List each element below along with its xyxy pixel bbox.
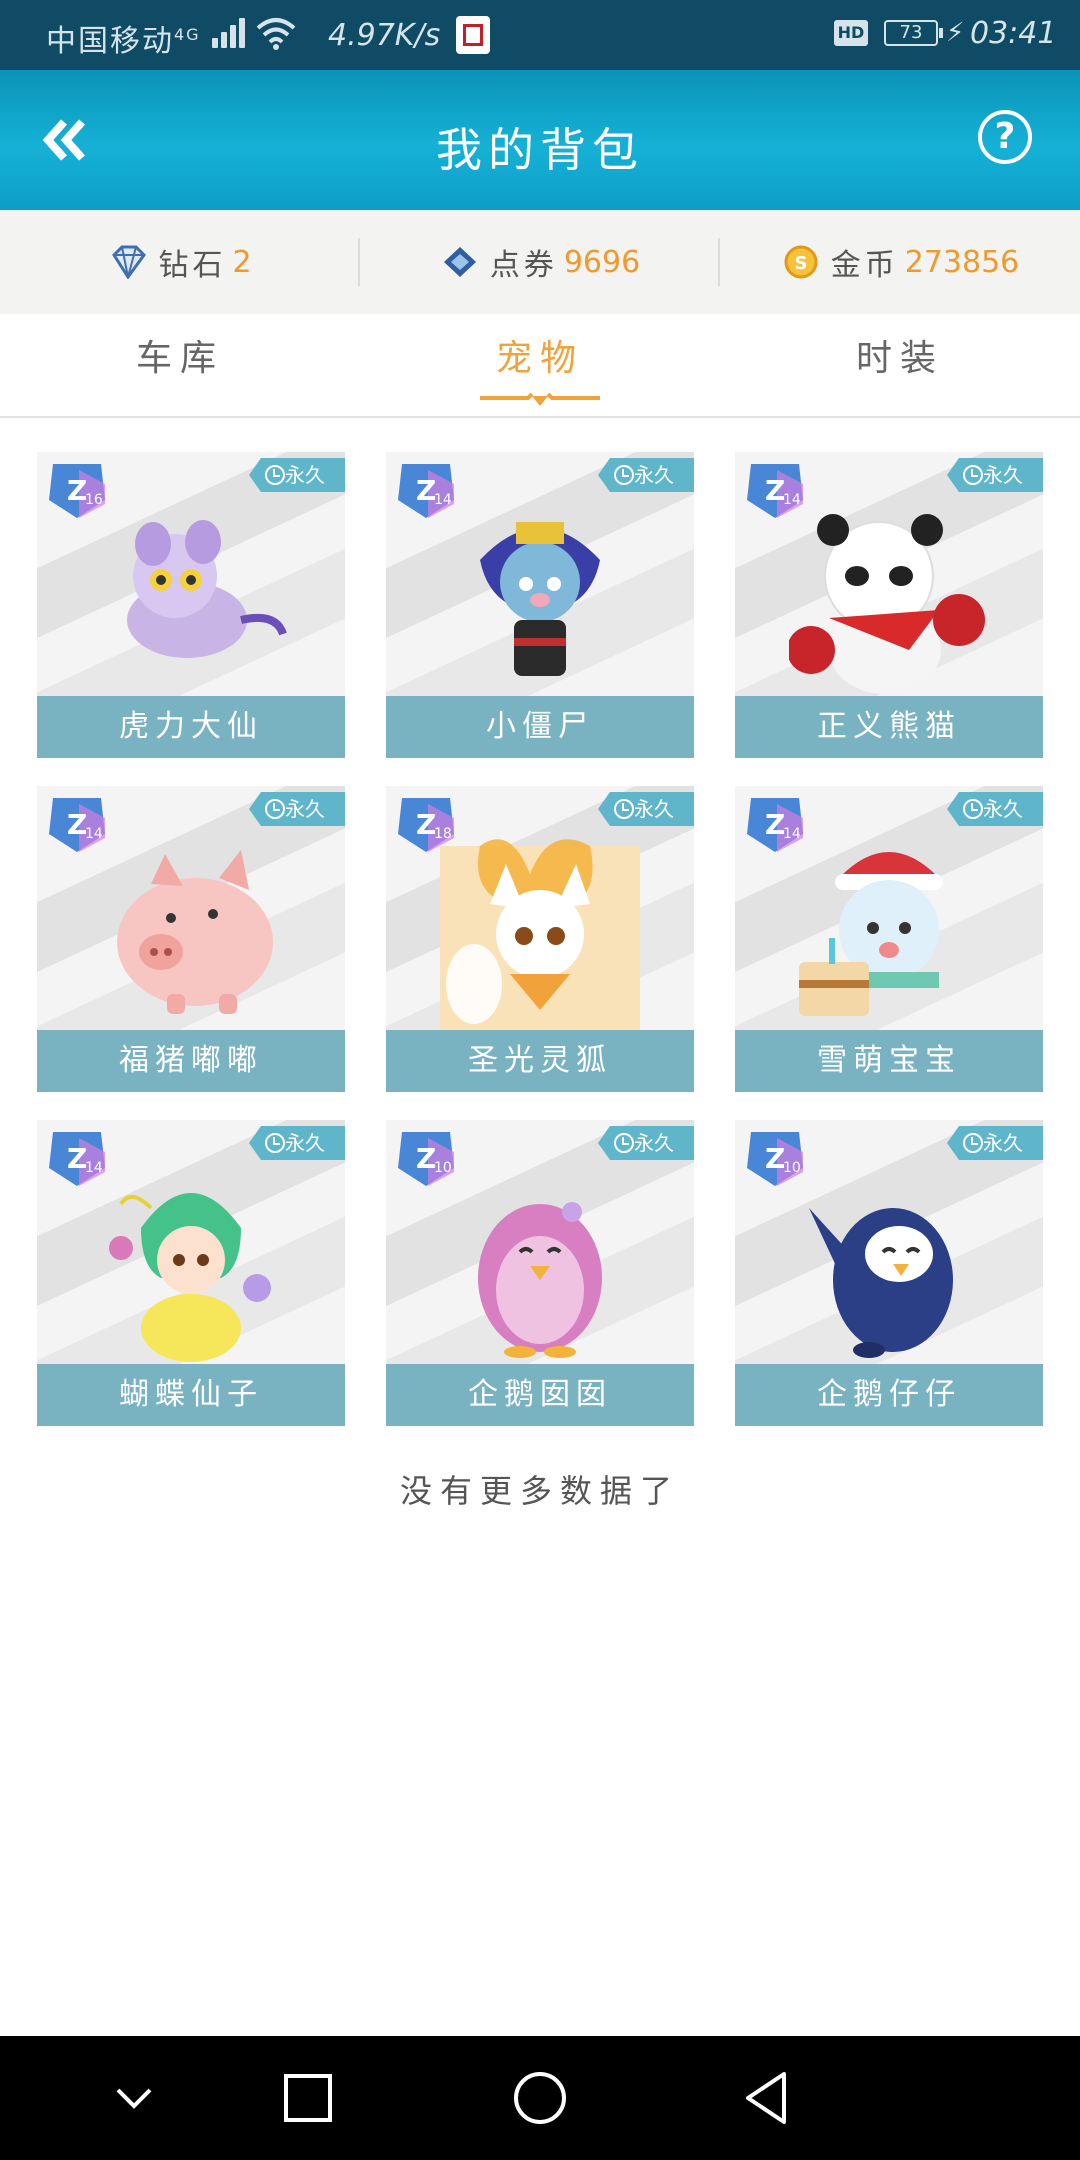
permanent-badge: 永久: [598, 458, 694, 492]
pet-name: 企鹅囡囡: [386, 1364, 694, 1426]
currency-gold: S 金币 273856: [720, 210, 1080, 314]
clock-icon: [265, 1133, 285, 1153]
currency-diamond: 钻石 2: [0, 210, 360, 314]
no-more-data-text: 没有更多数据了: [399, 1472, 680, 1510]
pet-name: 虎力大仙: [37, 696, 345, 758]
pet-name: 圣光灵狐: [386, 1030, 694, 1092]
carrier-name: 中国移动4G: [46, 24, 201, 59]
svg-text:S: S: [794, 253, 807, 274]
pet-image: [480, 522, 600, 676]
app-notification-icon: [456, 16, 490, 54]
pet-image: [799, 852, 943, 1016]
wifi-icon: [256, 18, 296, 50]
permanent-badge: 永久: [947, 458, 1043, 492]
pet-name: 雪萌宝宝: [735, 1030, 1043, 1092]
tab-fashion[interactable]: 时装: [720, 314, 1080, 416]
currency-label: 点券: [489, 248, 558, 283]
currency-label: 金币: [830, 248, 899, 283]
clock-icon: [963, 465, 983, 485]
currency-bar: 钻石 2 点券 9696 S 金币 273856: [0, 210, 1080, 314]
network-type: 4G: [174, 25, 201, 44]
pet-name: 福猪嘟嘟: [37, 1030, 345, 1092]
pet-image: [440, 839, 640, 1030]
pet-card[interactable]: Z 14 永久 小僵尸: [386, 452, 694, 758]
pet-name: 正义熊猫: [735, 696, 1043, 758]
pet-card[interactable]: Z 14 永久 福猪嘟嘟: [37, 786, 345, 1092]
gold-coin-icon: S: [784, 245, 818, 279]
diamond-icon: [112, 245, 147, 279]
battery-icon: 73: [884, 20, 943, 46]
back-triangle-icon[interactable]: [738, 2068, 798, 2128]
clock-icon: [963, 1133, 983, 1153]
pet-image: [127, 520, 287, 658]
clock-icon: [614, 465, 634, 485]
currency-value: 9696: [563, 244, 641, 280]
pet-image: [117, 850, 273, 1014]
clock-icon: [614, 1133, 634, 1153]
pet-card[interactable]: Z 14 永久 雪萌宝宝: [735, 786, 1043, 1092]
system-nav-bar: [0, 2036, 1080, 2160]
question-circle-icon[interactable]: ?: [978, 110, 1032, 164]
currency-value: 2: [232, 244, 252, 280]
permanent-badge: 永久: [947, 1126, 1043, 1160]
clock-icon: [963, 799, 983, 819]
currency-label: 钻石: [158, 248, 227, 283]
pet-name: 小僵尸: [386, 696, 694, 758]
clock-icon: [614, 799, 634, 819]
permanent-badge: 永久: [598, 792, 694, 826]
pet-name: 企鹅仔仔: [735, 1364, 1043, 1426]
recent-apps-square-icon[interactable]: [278, 2068, 338, 2128]
signal-icon: [212, 18, 248, 48]
page-title: 我的背包: [436, 123, 644, 177]
pet-card[interactable]: Z 10 永久 企鹅囡囡: [386, 1120, 694, 1426]
status-bar: 中国移动4G 4.97K/s HD 73 ⚡ 03:41: [0, 0, 1080, 70]
category-tabs: 车库 宠物 时装: [0, 314, 1080, 418]
app-header: 我的背包 ?: [0, 70, 1080, 210]
permanent-badge: 永久: [249, 1126, 345, 1160]
permanent-badge: 永久: [249, 458, 345, 492]
status-time: 03:41: [970, 16, 1057, 51]
pet-name: 蝴蝶仙子: [37, 1364, 345, 1426]
pet-card[interactable]: Z 16 永久 虎力大仙: [37, 452, 345, 758]
currency-value: 273856: [904, 244, 1020, 280]
pet-card[interactable]: Z 14 永久 正义熊猫: [735, 452, 1043, 758]
hd-badge: HD: [834, 20, 868, 46]
pet-image: [809, 1208, 953, 1358]
permanent-badge: 永久: [598, 1126, 694, 1160]
chevron-down-icon[interactable]: [104, 2068, 164, 2128]
coupon-icon: [443, 247, 476, 277]
pet-card[interactable]: Z 18 永久 圣光灵狐: [386, 786, 694, 1092]
pet-image: [109, 1193, 271, 1362]
permanent-badge: 永久: [947, 792, 1043, 826]
active-tab-indicator: [480, 392, 600, 406]
home-circle-icon[interactable]: [510, 2068, 570, 2128]
permanent-badge: 永久: [249, 792, 345, 826]
currency-coupon: 点券 9696: [360, 210, 720, 314]
pet-card[interactable]: Z 14 永久 蝴蝶仙子: [37, 1120, 345, 1426]
network-speed: 4.97K/s: [328, 18, 441, 53]
pet-image: [789, 514, 985, 694]
tab-garage[interactable]: 车库: [0, 314, 360, 416]
clock-icon: [265, 465, 285, 485]
clock-icon: [265, 799, 285, 819]
pet-image: [478, 1202, 602, 1358]
charging-icon: ⚡: [946, 18, 965, 48]
pet-card[interactable]: Z 10 永久 企鹅仔仔: [735, 1120, 1043, 1426]
